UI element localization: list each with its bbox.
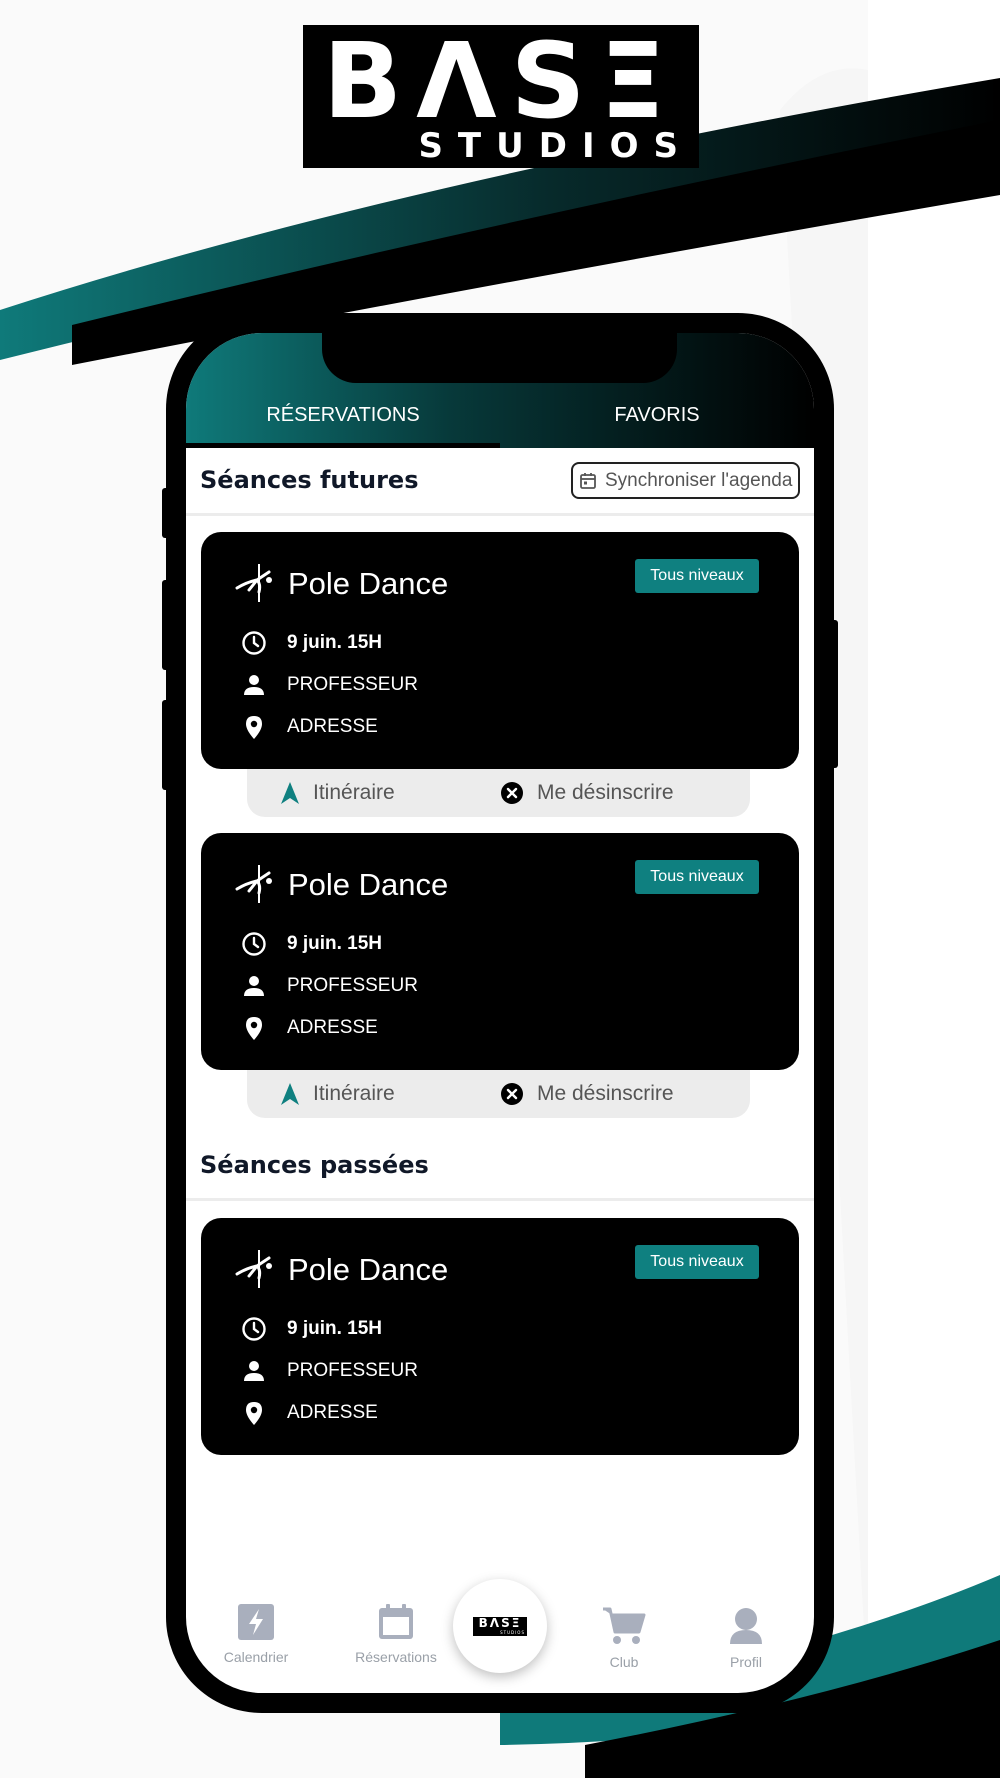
tabbar-item-reservations[interactable]: Réservations — [336, 1603, 456, 1665]
session-date: 9 juin. 15H — [287, 933, 383, 954]
person-icon — [244, 675, 264, 695]
tabbar-label: Profil — [730, 1654, 762, 1670]
sync-calendar-label: Synchroniser l'agenda — [605, 469, 793, 491]
session-title: Pole Dance — [288, 1252, 449, 1287]
past-sessions-title: Séances passées — [200, 1151, 429, 1179]
section-divider — [186, 513, 814, 516]
level-badge: Tous niveaux — [635, 559, 759, 593]
pole-dance-icon — [235, 564, 272, 602]
level-badge: Tous niveaux — [635, 1245, 759, 1279]
session-actions: Itinéraire Me désinscrire — [247, 769, 750, 817]
session-address-row: ADRESSE — [241, 714, 378, 740]
active-tab-indicator — [186, 443, 500, 448]
pole-dance-icon — [235, 1250, 272, 1288]
tabbar-label: Calendrier — [223, 1649, 289, 1665]
session-address-row: ADRESSE — [241, 1015, 378, 1041]
phone-screen: RÉSERVATIONS FAVORIS Séances futures Syn… — [186, 333, 814, 1693]
session-teacher: PROFESSEUR — [287, 975, 418, 996]
session-date-row: 9 juin. 15H — [241, 931, 382, 957]
itinerary-button[interactable]: Itinéraire — [280, 769, 395, 817]
location-pin-icon — [246, 1017, 262, 1040]
phone-frame: RÉSERVATIONS FAVORIS Séances futures Syn… — [166, 313, 834, 1713]
session-teacher: PROFESSEUR — [287, 1360, 418, 1381]
session-address-row: ADRESSE — [241, 1400, 378, 1426]
tabbar-label: Réservations — [355, 1649, 437, 1665]
itinerary-label: Itinéraire — [313, 781, 395, 804]
reservation-header: RÉSERVATIONS FAVORIS — [186, 333, 814, 448]
location-pin-icon — [246, 716, 262, 739]
itinerary-label: Itinéraire — [313, 1082, 395, 1105]
clock-icon — [242, 631, 266, 655]
tabbar-item-club[interactable]: Club — [574, 1606, 674, 1670]
session-teacher-row: PROFESSEUR — [241, 1358, 418, 1384]
mini-logo-subtitle: STUDIOS — [500, 1630, 525, 1635]
person-icon — [244, 976, 264, 996]
mini-logo-wordmark: BΛSΞ — [478, 1616, 522, 1630]
session-card[interactable]: Pole Dance Tous niveaux 9 juin. 15H PROF… — [201, 532, 799, 769]
session-actions: Itinéraire Me désinscrire — [247, 1070, 750, 1118]
person-icon — [244, 1361, 264, 1381]
tabbar-label: Club — [609, 1654, 639, 1670]
location-pin-icon — [246, 1402, 262, 1425]
session-address: ADRESSE — [287, 716, 378, 737]
future-sessions-title: Séances futures — [200, 466, 419, 494]
logo-subtitle: STUDIOS — [418, 126, 693, 166]
tabbar-item-calendrier[interactable]: Calendrier — [206, 1603, 306, 1665]
logo-wordmark: BΛSΞ — [322, 20, 680, 142]
sync-calendar-button[interactable]: Synchroniser l'agenda — [571, 462, 800, 499]
calendar-icon — [379, 1604, 413, 1639]
close-circle-icon — [501, 782, 523, 804]
base-studios-logo: BΛSΞ STUDIOS — [303, 25, 699, 168]
session-card[interactable]: Pole Dance Tous niveaux 9 juin. 15H PROF… — [201, 1218, 799, 1455]
session-teacher-row: PROFESSEUR — [241, 672, 418, 698]
session-teacher-row: PROFESSEUR — [241, 973, 418, 999]
session-title: Pole Dance — [288, 566, 449, 601]
section-divider — [186, 1198, 814, 1201]
session-date: 9 juin. 15H — [287, 632, 383, 653]
session-date: 9 juin. 15H — [287, 1318, 383, 1339]
session-card[interactable]: Pole Dance Tous niveaux 9 juin. 15H PROF… — [201, 833, 799, 1070]
lightning-icon — [238, 1604, 274, 1640]
unsubscribe-button[interactable]: Me désinscrire — [500, 1070, 674, 1118]
pole-dance-icon — [235, 865, 272, 903]
navigation-arrow-icon — [281, 782, 299, 804]
clock-icon — [242, 932, 266, 956]
tabbar-item-profil[interactable]: Profil — [696, 1606, 796, 1670]
phone-notch — [322, 333, 677, 383]
user-icon — [730, 1608, 762, 1644]
session-teacher: PROFESSEUR — [287, 674, 418, 695]
center-home-button[interactable]: BΛSΞ STUDIOS — [453, 1579, 547, 1673]
itinerary-button[interactable]: Itinéraire — [280, 1070, 395, 1118]
session-address: ADRESSE — [287, 1402, 378, 1423]
session-title: Pole Dance — [288, 867, 449, 902]
clock-icon — [242, 1317, 266, 1341]
level-badge: Tous niveaux — [635, 860, 759, 894]
tab-favoris[interactable]: FAVORIS — [500, 403, 814, 427]
unsubscribe-button[interactable]: Me désinscrire — [500, 769, 674, 817]
unsubscribe-label: Me désinscrire — [537, 781, 674, 804]
session-address: ADRESSE — [287, 1017, 378, 1038]
tab-reservations[interactable]: RÉSERVATIONS — [186, 403, 500, 427]
session-date-row: 9 juin. 15H — [241, 1316, 382, 1342]
close-circle-icon — [501, 1083, 523, 1105]
cart-icon — [603, 1607, 646, 1644]
calendar-icon — [580, 472, 596, 489]
unsubscribe-label: Me désinscrire — [537, 1082, 674, 1105]
base-logo: BΛSΞ STUDIOS — [473, 1617, 527, 1636]
session-date-row: 9 juin. 15H — [241, 630, 382, 656]
navigation-arrow-icon — [281, 1083, 299, 1105]
